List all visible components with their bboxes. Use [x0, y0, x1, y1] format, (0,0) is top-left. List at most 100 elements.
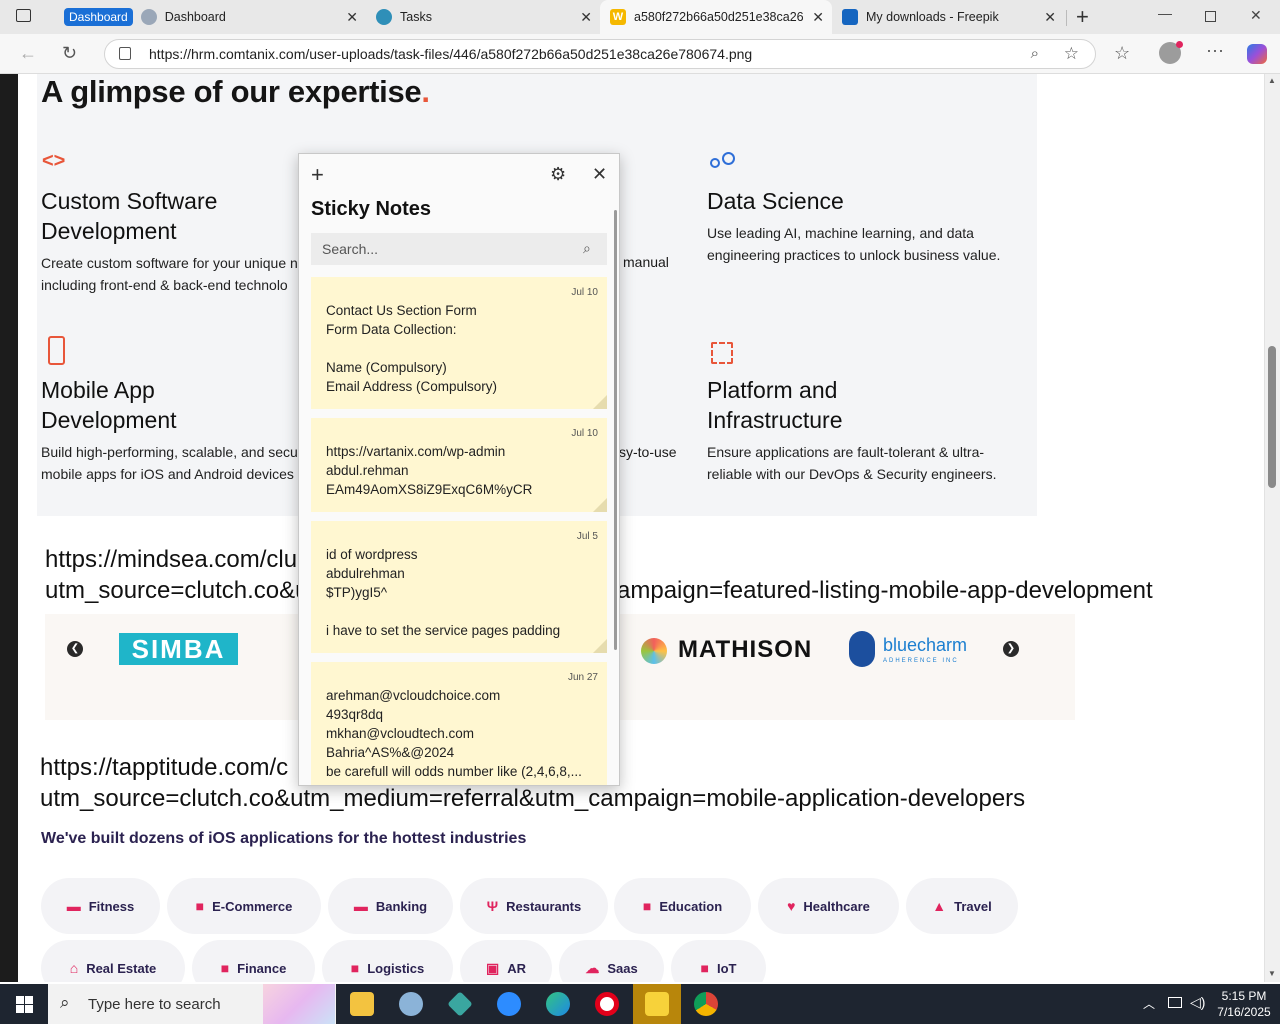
- tab-dashboard[interactable]: Dashboard Dashboard ✕: [54, 0, 366, 34]
- favorites-icon[interactable]: ☆: [1114, 43, 1130, 64]
- dashboard-favicon-icon: [140, 9, 157, 25]
- favorite-star-icon[interactable]: ☆: [1064, 44, 1079, 64]
- industry-pill-ar[interactable]: ▣ AR: [460, 940, 552, 982]
- close-icon[interactable]: ✕: [346, 9, 358, 26]
- close-icon[interactable]: ✕: [812, 9, 824, 26]
- tab-freepik[interactable]: My downloads - Freepik ✕: [832, 0, 1064, 34]
- new-tab-icon[interactable]: +: [1076, 4, 1089, 30]
- note-fold: [593, 498, 607, 512]
- sticky-notes-app[interactable]: [633, 984, 681, 1024]
- lock-icon[interactable]: [119, 47, 131, 60]
- sticky-notes-title: Sticky Notes: [311, 198, 432, 220]
- page-title: A glimpse of our expertise.: [41, 74, 430, 110]
- service-title: Custom Software Development: [41, 188, 218, 244]
- gear-icon[interactable]: ⚙: [550, 164, 566, 185]
- tab-tasks[interactable]: Tasks ✕: [366, 0, 600, 34]
- zoom-icon[interactable]: ⌕: [1031, 45, 1039, 62]
- search-icon[interactable]: ⌕: [583, 240, 591, 257]
- tab-group-badge[interactable]: Dashboard: [64, 8, 133, 26]
- copilot-icon[interactable]: [1247, 44, 1267, 64]
- sticky-notes-icon: [645, 992, 669, 1016]
- service-title: Platform and Infrastructure: [707, 377, 843, 433]
- note-card[interactable]: Jul 10 Contact Us Section Form Form Data…: [311, 277, 607, 409]
- tapptitude-url-line2[interactable]: utm_source=clutch.co&utm_medium=referral…: [40, 783, 1025, 814]
- industry-pill-banking[interactable]: ▬ Banking: [328, 878, 453, 934]
- industry-pill-finance[interactable]: ■ Finance: [192, 940, 315, 982]
- url-text[interactable]: https://hrm.comtanix.com/user-uploads/ta…: [149, 46, 752, 62]
- industry-pill-travel[interactable]: ▲ Travel: [906, 878, 1018, 934]
- mindsea-url-line1[interactable]: https://mindsea.com/clu: [45, 544, 297, 575]
- volume-icon[interactable]: ◁): [1190, 994, 1205, 1011]
- more-menu-icon[interactable]: ···: [1206, 40, 1224, 61]
- industry-pill-education[interactable]: ■ Education: [614, 878, 751, 934]
- note-date: Jul 5: [576, 531, 598, 542]
- scroll-up-icon[interactable]: ▲: [1268, 76, 1276, 85]
- industry-pill-saas[interactable]: ☁ Saas: [559, 940, 664, 982]
- service-desc: Create custom software for your unique n…: [41, 255, 298, 293]
- taskbar-search-box[interactable]: ⌕ Type here to search: [48, 984, 336, 1024]
- zoom-app[interactable]: [485, 984, 533, 1024]
- chrome-icon: [694, 992, 718, 1016]
- pill-label: Finance: [237, 960, 287, 976]
- paint-app[interactable]: [387, 984, 435, 1024]
- system-clock[interactable]: 5:15 PM 7/16/2025: [1214, 988, 1274, 1020]
- note-date: Jul 10: [571, 287, 598, 298]
- cloud-icon: ☁: [585, 959, 600, 976]
- watch-icon: ■: [700, 960, 709, 976]
- file-explorer-app[interactable]: [338, 984, 386, 1024]
- industry-pill-logistics[interactable]: ■ Logistics: [322, 940, 453, 982]
- truck-icon: ■: [350, 960, 360, 976]
- back-icon[interactable]: ←: [19, 43, 37, 64]
- service-title: Data Science: [707, 188, 844, 214]
- industry-pill-ecommerce[interactable]: ■ E-Commerce: [167, 878, 321, 934]
- note-fold: [593, 395, 607, 409]
- note-card[interactable]: Jun 27 arehman@vcloudchoice.com 493qr8dq…: [311, 662, 607, 785]
- search-input[interactable]: [311, 233, 607, 265]
- carousel-prev-icon[interactable]: ❮: [67, 641, 83, 657]
- image-favicon-icon: W: [610, 9, 626, 25]
- industry-pill-iot[interactable]: ■ IoT: [671, 940, 766, 982]
- note-text: id of wordpress abdulrehman $TP)ygI5^ i …: [326, 547, 561, 638]
- industry-pill-healthcare[interactable]: ♥ Healthcare: [758, 878, 899, 934]
- industry-pill-fitness[interactable]: ▬ Fitness: [41, 878, 160, 934]
- chrome-app[interactable]: [682, 984, 730, 1024]
- close-icon[interactable]: ✕: [580, 9, 592, 26]
- minimize-icon[interactable]: —: [1158, 5, 1172, 21]
- close-icon[interactable]: ✕: [1044, 9, 1056, 26]
- page-scrollbar[interactable]: ▲ ▼: [1264, 74, 1280, 982]
- tab-label: a580f272b66a50d251e38ca26e7: [634, 10, 804, 24]
- refresh-icon[interactable]: ↻: [62, 43, 77, 64]
- notes-scrollbar[interactable]: [614, 210, 617, 650]
- diamond-app-icon: [447, 991, 473, 1017]
- restore-icon[interactable]: [1205, 11, 1216, 22]
- tapptitude-url-line1[interactable]: https://tapptitude.com/c: [40, 752, 288, 783]
- tab-image[interactable]: W a580f272b66a50d251e38ca26e7 ✕: [600, 0, 832, 34]
- zoom-icon: [497, 992, 521, 1016]
- search-highlight-image: [263, 984, 335, 1024]
- note-card[interactable]: Jul 5 id of wordpress abdulrehman $TP)yg…: [311, 521, 607, 653]
- url-field[interactable]: https://hrm.comtanix.com/user-uploads/ta…: [104, 39, 1096, 69]
- pill-label: Real Estate: [86, 960, 157, 976]
- chevron-up-icon[interactable]: ︿: [1143, 995, 1155, 1012]
- industry-pill-restaurants[interactable]: Ψ Restaurants: [460, 878, 608, 934]
- carousel-next-icon[interactable]: ❯: [1003, 641, 1019, 657]
- app-diamond[interactable]: [436, 984, 484, 1024]
- note-card[interactable]: Jul 10 https://vartanix.com/wp-admin abd…: [311, 418, 607, 512]
- scroll-down-icon[interactable]: ▼: [1268, 969, 1276, 978]
- add-note-icon[interactable]: +: [311, 162, 324, 188]
- pill-label: Banking: [375, 898, 428, 914]
- close-window-icon[interactable]: ✕: [1250, 7, 1262, 24]
- bluecharm-logo: bluecharm: [883, 635, 968, 655]
- network-icon[interactable]: [1168, 997, 1182, 1008]
- mindsea-url-line2-right[interactable]: ampaign=featured-listing-mobile-app-deve…: [617, 575, 1153, 606]
- mindsea-url-line2-left[interactable]: utm_source=clutch.co&u: [45, 575, 308, 606]
- close-icon[interactable]: ✕: [592, 164, 607, 185]
- pill-label: Education: [659, 898, 723, 914]
- opera-app[interactable]: [583, 984, 631, 1024]
- industry-pill-real-estate[interactable]: ⌂ Real Estate: [41, 940, 185, 982]
- dumbbell-icon: ▬: [66, 898, 81, 914]
- sidebar-toggle-icon[interactable]: [16, 9, 31, 22]
- edge-app[interactable]: [534, 984, 582, 1024]
- start-button[interactable]: [0, 984, 48, 1024]
- scrollbar-thumb[interactable]: [1268, 346, 1276, 488]
